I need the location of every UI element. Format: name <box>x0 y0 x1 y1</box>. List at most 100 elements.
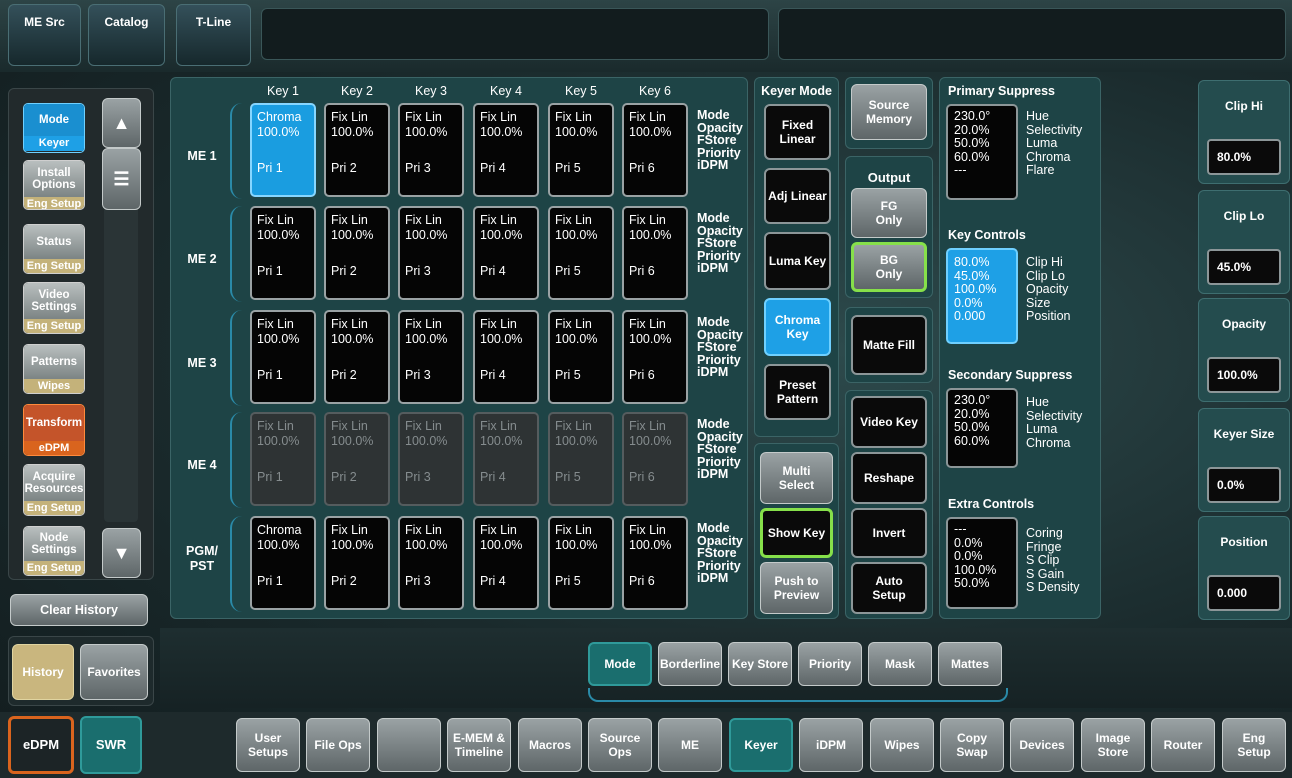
key-button[interactable]: Fix Lin 100.0% Pri 5 <box>548 412 614 506</box>
key-button[interactable]: Fix Lin 100.0% Pri 6 <box>622 206 688 300</box>
key-button[interactable]: Fix Lin 100.0% Pri 1 <box>250 206 316 300</box>
clip-hi-control[interactable]: Clip Hi 80.0% <box>1198 80 1290 184</box>
bottom-tab-keyer[interactable]: Keyer <box>729 718 793 772</box>
key-controls-values[interactable]: 80.0% 45.0% 100.0% 0.0% 0.000 <box>946 248 1018 344</box>
sidebar-item-install-options[interactable]: Install Options Eng Setup <box>23 160 85 210</box>
auto-setup-button[interactable]: Auto Setup <box>851 562 927 614</box>
key-button[interactable]: Fix Lin 100.0% Pri 3 <box>398 516 464 610</box>
bottom-tab-source-ops[interactable]: Source Ops <box>588 718 652 772</box>
bottom-tab-file-ops[interactable]: File Ops <box>306 718 370 772</box>
bottom-tab-me[interactable]: ME <box>658 718 722 772</box>
scroll-down-button[interactable]: ▼ <box>102 528 141 578</box>
key-button[interactable]: Fix Lin 100.0% Pri 3 <box>398 206 464 300</box>
extra-controls-values[interactable]: --- 0.0% 0.0% 100.0% 50.0% <box>946 517 1018 609</box>
clip-lo-control[interactable]: Clip Lo 45.0% <box>1198 190 1290 294</box>
scroll-thumb[interactable]: ☰ <box>102 148 141 210</box>
scroll-up-button[interactable]: ▲ <box>102 98 141 148</box>
bottom-tab-blank[interactable] <box>377 718 441 772</box>
secondary-suppress-values[interactable]: 230.0° 20.0% 50.0% 60.0% <box>946 388 1018 468</box>
key-button[interactable]: Fix Lin 100.0% Pri 2 <box>324 310 390 404</box>
sidebar-item-node-settings[interactable]: Node Settings Eng Setup <box>23 526 85 576</box>
sidebar-item-video-settings[interactable]: Video Settings Eng Setup <box>23 282 85 334</box>
opacity-control[interactable]: Opacity 100.0% <box>1198 298 1290 402</box>
luma-key-button[interactable]: Luma Key <box>764 232 831 290</box>
keyer-size-control[interactable]: Keyer Size 0.0% <box>1198 408 1290 512</box>
key-button[interactable]: Fix Lin 100.0% Pri 3 <box>398 412 464 506</box>
sub-tab-priority[interactable]: Priority <box>798 642 862 686</box>
key-button[interactable]: Fix Lin 100.0% Pri 5 <box>548 206 614 300</box>
preset-pattern-button[interactable]: Preset Pattern <box>764 364 831 420</box>
key-button[interactable]: Fix Lin 100.0% Pri 2 <box>324 206 390 300</box>
key-button[interactable]: Fix Lin 100.0% Pri 3 <box>398 103 464 197</box>
sub-tab-mode[interactable]: Mode <box>588 642 652 686</box>
key-button[interactable]: Fix Lin 100.0% Pri 4 <box>473 206 539 300</box>
fixed-linear-button[interactable]: Fixed Linear <box>764 104 831 160</box>
key-button[interactable]: Fix Lin 100.0% Pri 4 <box>473 412 539 506</box>
key-button[interactable]: Fix Lin 100.0% Pri 6 <box>622 412 688 506</box>
tab-t-line[interactable]: T-Line <box>176 4 251 66</box>
video-key-button[interactable]: Video Key <box>851 396 927 448</box>
key-button[interactable]: Fix Lin 100.0% Pri 6 <box>622 310 688 404</box>
key-field: Pri 1 <box>257 574 283 588</box>
bottom-tab-wipes[interactable]: Wipes <box>870 718 934 772</box>
key-button[interactable]: Fix Lin 100.0% Pri 2 <box>324 103 390 197</box>
tab-me-src[interactable]: ME Src <box>8 4 81 66</box>
source-memory-button[interactable]: Source Memory <box>851 84 927 140</box>
history-tab[interactable]: History <box>12 644 74 700</box>
sidebar-item-status[interactable]: Status Eng Setup <box>23 224 85 274</box>
sidebar-item-patterns[interactable]: Patterns Wipes <box>23 344 85 394</box>
key-field: Fix Lin <box>629 317 666 331</box>
swr-button[interactable]: SWR <box>80 716 142 774</box>
key-button[interactable]: Fix Lin 100.0% Pri 6 <box>622 516 688 610</box>
tab-catalog[interactable]: Catalog <box>88 4 165 66</box>
bottom-tab-router[interactable]: Router <box>1151 718 1215 772</box>
matte-fill-button[interactable]: Matte Fill <box>851 315 927 375</box>
bg-only-button[interactable]: BG Only <box>851 242 927 292</box>
sidebar-item-acquire-resources[interactable]: Acquire Resources Eng Setup <box>23 464 85 516</box>
bottom-tab-user-setups[interactable]: User Setups <box>236 718 300 772</box>
bottom-tab-image-store[interactable]: Image Store <box>1081 718 1145 772</box>
key-field: Fix Lin <box>555 317 592 331</box>
key-button[interactable]: Fix Lin 100.0% Pri 2 <box>324 412 390 506</box>
show-key-button[interactable]: Show Key <box>760 508 833 558</box>
primary-suppress-values[interactable]: 230.0° 20.0% 50.0% 60.0% --- <box>946 104 1018 200</box>
bottom-tab-devices[interactable]: Devices <box>1010 718 1074 772</box>
key-button[interactable]: Fix Lin 100.0% Pri 5 <box>548 516 614 610</box>
bottom-tab-idpm[interactable]: iDPM <box>799 718 863 772</box>
key-field: Fix Lin <box>257 419 294 433</box>
key-button[interactable]: Fix Lin 100.0% Pri 4 <box>473 103 539 197</box>
push-to-preview-button[interactable]: Push to Preview <box>760 562 833 614</box>
bottom-tab-copy-swap[interactable]: Copy Swap <box>940 718 1004 772</box>
sidebar-item-transform[interactable]: Transform eDPM <box>23 404 85 456</box>
key-button[interactable]: Fix Lin 100.0% Pri 4 <box>473 310 539 404</box>
invert-button[interactable]: Invert <box>851 508 927 558</box>
sidebar-item-mode[interactable]: Mode Keyer <box>23 103 85 153</box>
bottom-tab-eng-setup[interactable]: Eng Setup <box>1222 718 1286 772</box>
favorites-tab[interactable]: Favorites <box>80 644 148 700</box>
key-button[interactable]: Chroma 100.0% Pri 1 <box>250 516 316 610</box>
sub-tab-borderline[interactable]: Borderline <box>658 642 722 686</box>
key-button[interactable]: Fix Lin 100.0% Pri 6 <box>622 103 688 197</box>
key-button[interactable]: Fix Lin 100.0% Pri 3 <box>398 310 464 404</box>
reshape-button[interactable]: Reshape <box>851 452 927 504</box>
sub-tab-mattes[interactable]: Mattes <box>938 642 1002 686</box>
key-button[interactable]: Fix Lin 100.0% Pri 2 <box>324 516 390 610</box>
fg-only-button[interactable]: FG Only <box>851 188 927 238</box>
key-button[interactable]: Fix Lin 100.0% Pri 5 <box>548 103 614 197</box>
sub-tab-mask[interactable]: Mask <box>868 642 932 686</box>
key-button[interactable]: Fix Lin 100.0% Pri 4 <box>473 516 539 610</box>
bottom-tab-macros[interactable]: Macros <box>518 718 582 772</box>
value: 230.0° <box>954 109 991 123</box>
adj-linear-button[interactable]: Adj Linear <box>764 168 831 224</box>
bottom-tab-e-mem-timeline[interactable]: E-MEM & Timeline <box>447 718 511 772</box>
sub-tab-key-store[interactable]: Key Store <box>728 642 792 686</box>
key-button[interactable]: Fix Lin 100.0% Pri 5 <box>548 310 614 404</box>
position-control[interactable]: Position 0.000 <box>1198 516 1290 620</box>
key-button[interactable]: Fix Lin 100.0% Pri 1 <box>250 310 316 404</box>
key-button[interactable]: Chroma 100.0% Pri 1 <box>250 103 316 197</box>
key-button[interactable]: Fix Lin 100.0% Pri 1 <box>250 412 316 506</box>
multi-select-button[interactable]: Multi Select <box>760 452 833 504</box>
edpm-button[interactable]: eDPM <box>8 716 74 774</box>
clear-history-button[interactable]: Clear History <box>10 594 148 626</box>
chroma-key-button[interactable]: Chroma Key <box>764 298 831 356</box>
